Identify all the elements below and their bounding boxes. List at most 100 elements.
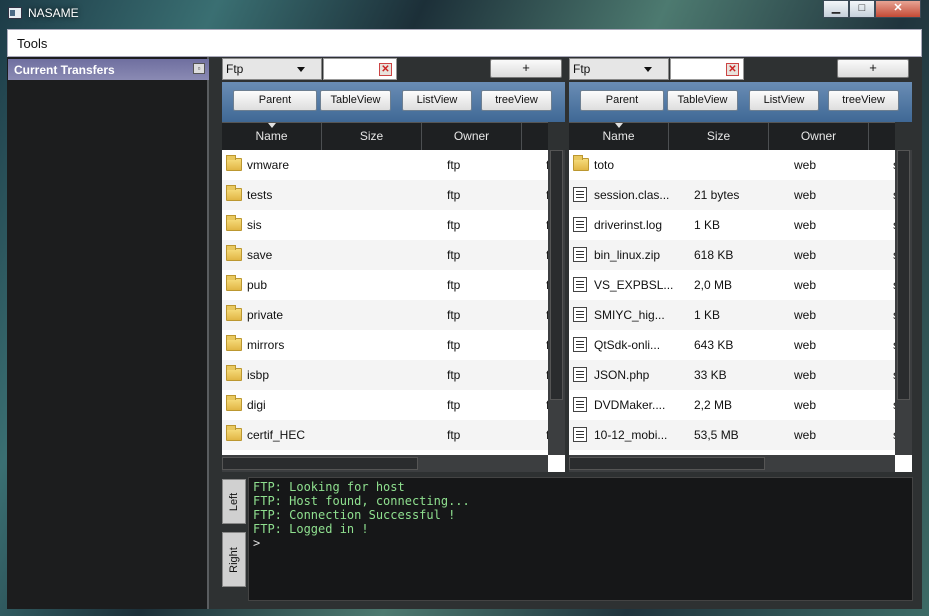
table-row[interactable]: tests ftp f — [222, 180, 548, 210]
row-owner: web — [794, 308, 817, 322]
table-row[interactable]: sis ftp f — [222, 210, 548, 240]
table-row[interactable]: session.clas...21 byteswebs — [569, 180, 895, 210]
table-row[interactable]: mirrors ftp f — [222, 330, 548, 360]
transfers-panel: Current Transfers ▫ — [7, 57, 209, 609]
right-col-owner[interactable]: Owner — [769, 123, 869, 151]
row-name: certif_HEC — [247, 428, 306, 442]
right-col-size[interactable]: Size — [669, 123, 769, 151]
folder-icon — [226, 155, 242, 171]
menu-tools[interactable]: Tools — [17, 36, 47, 51]
folder-icon — [226, 425, 242, 441]
row-name: VS_EXPBSL... — [594, 278, 674, 292]
folder-icon — [573, 155, 589, 171]
row-size: 618 KB — [694, 248, 734, 262]
console-line: FTP: Host found, connecting... — [253, 494, 470, 508]
left-add-tab-button[interactable]: + — [490, 59, 562, 78]
console-line: FTP: Looking for host — [253, 480, 405, 494]
right-path-input[interactable]: ✕ — [670, 58, 744, 80]
row-name: JSON.php — [594, 368, 650, 382]
left-treeview-button[interactable]: treeView — [481, 90, 552, 111]
right-vertical-scrollbar[interactable] — [895, 150, 912, 455]
undock-icon[interactable]: ▫ — [193, 63, 205, 74]
scroll-thumb[interactable] — [897, 150, 910, 400]
file-icon — [573, 307, 587, 322]
folder-icon — [226, 335, 242, 351]
close-button[interactable]: ✕ — [875, 0, 921, 18]
left-parent-button[interactable]: Parent — [233, 90, 317, 111]
left-view-toolbar: Parent TableView ListView treeView — [222, 82, 565, 122]
row-owner: ftp — [447, 428, 461, 442]
row-owner: ftp — [447, 368, 461, 382]
scroll-thumb[interactable] — [550, 150, 563, 400]
left-col-name[interactable]: Name — [222, 123, 322, 151]
right-treeview-button[interactable]: treeView — [828, 90, 899, 111]
left-horizontal-scrollbar[interactable] — [222, 455, 548, 472]
row-size: 33 KB — [694, 368, 727, 382]
left-path-input[interactable]: ✕ — [323, 58, 397, 80]
right-col-name[interactable]: Name — [569, 123, 669, 151]
table-row[interactable]: QtSdk-onli...643 KBwebs — [569, 330, 895, 360]
folder-icon — [226, 275, 242, 291]
left-vertical-scrollbar[interactable] — [548, 150, 565, 455]
clear-icon[interactable]: ✕ — [379, 63, 392, 76]
minimize-button[interactable]: ▁ — [823, 0, 849, 18]
table-row[interactable]: bin_linux.zip618 KBwebs — [569, 240, 895, 270]
row-size: 2,2 MB — [694, 398, 733, 412]
table-row[interactable]: JSON.php33 KBwebs — [569, 360, 895, 390]
table-row[interactable]: pub ftp f — [222, 270, 548, 300]
console-area: Left Right FTP: Looking for host FTP: Ho… — [222, 474, 913, 602]
maximize-button[interactable]: □ — [849, 0, 875, 18]
table-row[interactable]: digi ftp f — [222, 390, 548, 420]
console-tab-left[interactable]: Left — [222, 479, 246, 524]
table-row[interactable]: private ftp f — [222, 300, 548, 330]
table-row[interactable]: vmware ftp f — [222, 150, 548, 180]
left-listview-button[interactable]: ListView — [402, 90, 472, 111]
left-col-size[interactable]: Size — [322, 123, 422, 151]
file-icon — [573, 277, 587, 292]
row-name: tests — [247, 188, 273, 202]
scroll-thumb[interactable] — [222, 457, 418, 470]
right-col-extra[interactable] — [869, 123, 895, 151]
app-window: NASAME ▁ □ ✕ Tools Current Transfers ▫ F… — [0, 0, 929, 616]
row-name: isbp — [247, 368, 270, 382]
file-icon — [573, 367, 587, 382]
row-size: 1 KB — [694, 308, 721, 322]
window-title: NASAME — [28, 6, 79, 20]
row-owner: ftp — [447, 278, 461, 292]
row-name: digi — [247, 398, 266, 412]
right-parent-button[interactable]: Parent — [580, 90, 664, 111]
console-tab-right[interactable]: Right — [222, 532, 246, 587]
table-row[interactable]: 10-12_mobi...53,5 MBwebs — [569, 420, 895, 450]
left-protocol-value: Ftp — [226, 62, 244, 76]
left-tableview-button[interactable]: TableView — [320, 90, 391, 111]
scroll-corner — [548, 455, 565, 472]
row-size: 643 KB — [694, 338, 734, 352]
table-row[interactable]: driverinst.log1 KBwebs — [569, 210, 895, 240]
right-add-tab-button[interactable]: + — [837, 59, 909, 78]
right-listview-button[interactable]: ListView — [749, 90, 819, 111]
right-horizontal-scrollbar[interactable] — [569, 455, 895, 472]
table-row[interactable]: isbp ftp f — [222, 360, 548, 390]
left-protocol-select[interactable]: Ftp — [222, 58, 322, 80]
table-row[interactable]: certif_HEC ftp f — [222, 420, 548, 450]
right-protocol-select[interactable]: Ftp — [569, 58, 669, 80]
console-prompt[interactable]: > — [253, 536, 908, 550]
transfers-title: Current Transfers — [14, 63, 115, 77]
sort-arrow-icon — [268, 123, 276, 128]
table-row[interactable]: SMIYC_hig...1 KBwebs — [569, 300, 895, 330]
scroll-thumb[interactable] — [569, 457, 765, 470]
left-col-extra[interactable] — [522, 123, 548, 151]
right-tableview-button[interactable]: TableView — [667, 90, 738, 111]
clear-icon[interactable]: ✕ — [726, 63, 739, 76]
table-row[interactable]: save ftp f — [222, 240, 548, 270]
title-bar[interactable]: NASAME ▁ □ ✕ — [0, 0, 929, 28]
table-row[interactable]: totowebs — [569, 150, 895, 180]
left-col-owner[interactable]: Owner — [422, 123, 522, 151]
table-row[interactable]: VS_EXPBSL...2,0 MBwebs — [569, 270, 895, 300]
row-name: toto — [594, 158, 615, 172]
row-owner: ftp — [447, 398, 461, 412]
right-col-name-label: Name — [602, 129, 635, 143]
console-output[interactable]: FTP: Looking for host FTP: Host found, c… — [248, 477, 913, 601]
table-row[interactable]: DVDMaker....2,2 MBwebs — [569, 390, 895, 420]
row-name: SMIYC_hig... — [594, 308, 665, 322]
